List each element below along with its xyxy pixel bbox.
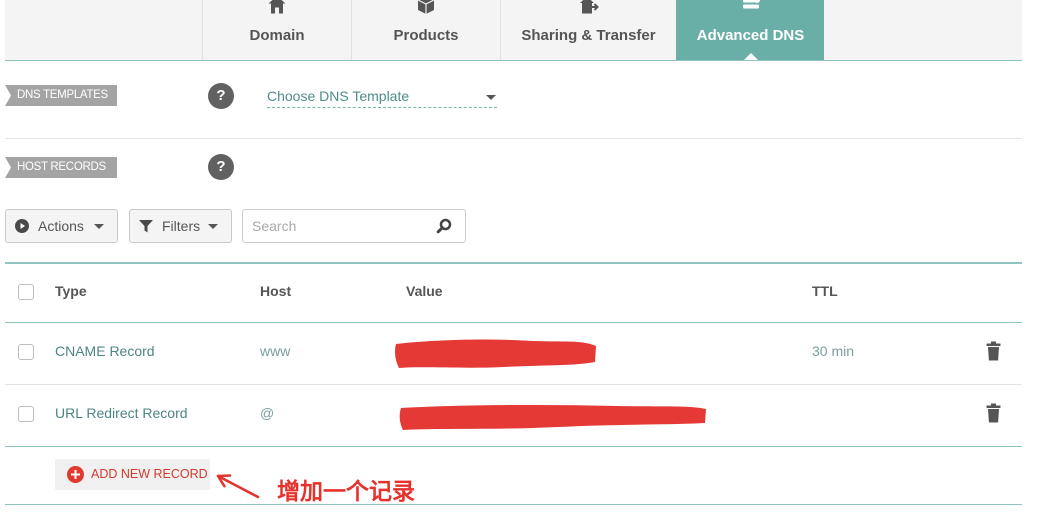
tab-products[interactable]: Products <box>351 0 500 60</box>
column-header-host: Host <box>260 283 292 299</box>
dns-templates-help-button[interactable]: ? <box>208 83 234 109</box>
dns-template-select[interactable]: Choose DNS Template <box>267 86 497 108</box>
add-new-record-label: ADD NEW RECORD <box>91 467 208 481</box>
chevron-down-icon <box>208 224 218 229</box>
play-circle-icon <box>15 219 29 233</box>
tab-sharing-transfer-label: Sharing & Transfer <box>521 27 656 44</box>
dns-icon <box>742 0 760 9</box>
dns-template-selected-value: Choose DNS Template <box>267 88 410 104</box>
home-icon <box>268 0 286 14</box>
row-divider <box>5 384 1022 385</box>
annotation-arrow-icon <box>216 474 260 499</box>
section-divider <box>5 138 1022 139</box>
box-icon <box>417 0 435 14</box>
tab-sharing-transfer[interactable]: Sharing & Transfer <box>500 0 676 60</box>
table-header-divider <box>5 322 1022 323</box>
funnel-icon <box>139 220 153 233</box>
annotation-text: 增加一个记录 <box>277 478 415 504</box>
add-new-record-button[interactable]: ADD NEW RECORD <box>55 459 210 490</box>
actions-button[interactable]: Actions <box>5 209 118 243</box>
host-records-help-button[interactable]: ? <box>208 154 234 180</box>
record-host[interactable]: www <box>260 342 290 360</box>
redaction-mark <box>399 404 706 430</box>
share-icon <box>579 0 599 14</box>
domain-tab-bar: Domain Products Sharing & Transfer Advan… <box>5 0 1022 61</box>
tab-advanced-dns[interactable]: Advanced DNS <box>676 0 824 60</box>
tab-domain-label: Domain <box>249 27 305 44</box>
row-checkbox[interactable] <box>18 406 34 422</box>
trash-icon[interactable] <box>985 403 1002 423</box>
search-input[interactable] <box>243 210 428 242</box>
search-icon[interactable] <box>436 218 452 234</box>
select-all-checkbox[interactable] <box>18 284 34 300</box>
filters-button[interactable]: Filters <box>129 209 232 243</box>
chevron-down-icon <box>94 224 104 229</box>
column-header-type: Type <box>55 283 87 299</box>
record-type[interactable]: URL Redirect Record <box>55 404 188 422</box>
advanced-dns-page: Domain Products Sharing & Transfer Advan… <box>0 0 1058 514</box>
host-records-tag: HOST RECORDS <box>5 157 117 178</box>
dns-templates-tag: DNS TEMPLATES <box>5 85 117 106</box>
record-type[interactable]: CNAME Record <box>55 342 155 360</box>
tab-domain[interactable]: Domain <box>202 0 351 60</box>
column-header-ttl: TTL <box>812 283 838 299</box>
table-bottom-border <box>5 446 1022 447</box>
actions-button-label: Actions <box>38 218 84 234</box>
filters-button-label: Filters <box>162 218 201 234</box>
redaction-mark <box>395 339 596 368</box>
chevron-down-icon <box>486 95 496 100</box>
plus-circle-icon <box>67 466 84 483</box>
record-host[interactable]: @ <box>260 404 274 422</box>
table-top-border <box>5 262 1022 264</box>
record-ttl[interactable]: 30 min <box>812 342 854 360</box>
column-header-value: Value <box>406 283 443 299</box>
section-bottom-border <box>5 504 1022 505</box>
tab-advanced-dns-label: Advanced DNS <box>696 27 805 44</box>
row-checkbox[interactable] <box>18 344 34 360</box>
trash-icon[interactable] <box>985 341 1002 361</box>
active-tab-indicator <box>743 53 758 60</box>
tab-products-label: Products <box>393 27 459 44</box>
search-field <box>242 209 466 243</box>
